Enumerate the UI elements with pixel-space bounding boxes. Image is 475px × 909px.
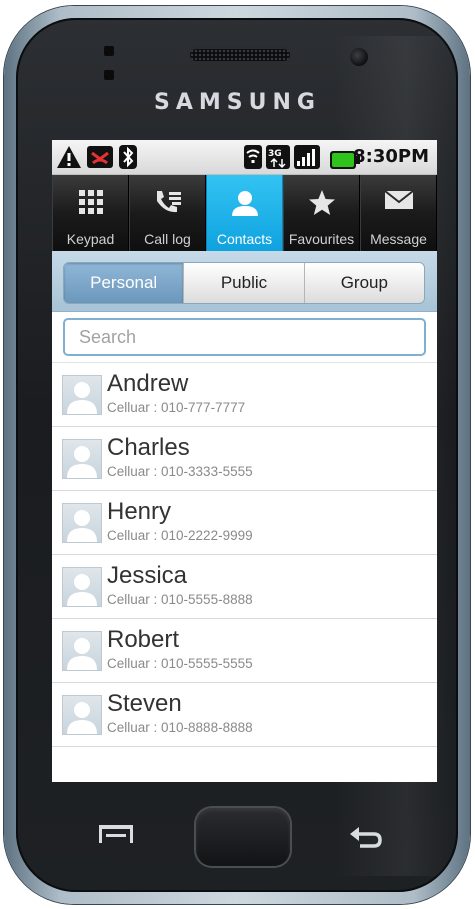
- envelope-icon: [383, 190, 414, 209]
- list-item[interactable]: Steven Celluar : 010-8888-8888: [52, 683, 437, 747]
- signal-icon: [294, 145, 320, 169]
- contact-number: Celluar : 010-3333-5555: [107, 464, 253, 479]
- tab-label: Call log: [144, 231, 191, 247]
- screen: 3G 8:30PM Keypad Call log Contacts Favou…: [52, 140, 437, 782]
- segment-group[interactable]: Group: [303, 263, 424, 303]
- 3g-data-icon: 3G: [266, 145, 290, 169]
- contact-name: Robert: [107, 626, 180, 653]
- contact-number: Celluar : 010-2222-9999: [107, 528, 253, 543]
- list-item[interactable]: Charles Celluar : 010-3333-5555: [52, 427, 437, 491]
- avatar: [62, 503, 102, 543]
- segment-bar: Personal Public Group: [52, 251, 437, 312]
- contact-name: Andrew: [107, 370, 189, 397]
- contact-number: Celluar : 010-777-7777: [107, 400, 246, 415]
- light-sensor: [104, 70, 114, 80]
- menu-icon[interactable]: [96, 822, 136, 848]
- tab-label: Keypad: [66, 231, 115, 247]
- tab-message[interactable]: Message: [360, 175, 437, 251]
- avatar: [62, 631, 102, 671]
- clock: 8:30PM: [353, 146, 429, 167]
- tab-label: Contacts: [216, 231, 273, 247]
- person-placeholder-icon: [67, 510, 97, 542]
- avatar: [62, 375, 102, 415]
- tab-favourites[interactable]: Favourites: [283, 175, 360, 251]
- list-item[interactable]: Henry Celluar : 010-2222-9999: [52, 491, 437, 555]
- missed-call-icon: [87, 146, 113, 168]
- proximity-sensor: [104, 46, 114, 56]
- status-bar: 3G 8:30PM: [52, 140, 437, 175]
- person-placeholder-icon: [67, 638, 97, 670]
- contact-number: Celluar : 010-8888-8888: [107, 720, 253, 735]
- search-input[interactable]: [63, 318, 426, 356]
- tab-call-log[interactable]: Call log: [129, 175, 206, 251]
- contact-number: Celluar : 010-5555-5555: [107, 656, 253, 671]
- avatar: [62, 567, 102, 607]
- contact-name: Steven: [107, 690, 182, 717]
- person-placeholder-icon: [67, 702, 97, 734]
- tab-contacts[interactable]: Contacts: [206, 175, 283, 251]
- person-placeholder-icon: [67, 382, 97, 414]
- tab-label: Message: [370, 231, 427, 247]
- star-icon: [308, 190, 335, 215]
- svg-text:3G: 3G: [268, 149, 282, 159]
- person-placeholder-icon: [67, 574, 97, 606]
- segment-public[interactable]: Public: [183, 263, 304, 303]
- segment-personal[interactable]: Personal: [64, 263, 184, 303]
- contact-name: Henry: [107, 498, 172, 525]
- brand-logo: SAMSUNG: [154, 90, 321, 115]
- contact-name: Jessica: [107, 562, 188, 589]
- contact-list: Andrew Celluar : 010-777-7777 Charles Ce…: [52, 363, 437, 747]
- earpiece-speaker: [190, 49, 290, 61]
- search-row: [52, 312, 437, 363]
- avatar: [62, 695, 102, 735]
- home-button[interactable]: [196, 808, 290, 866]
- tab-label: Favourites: [288, 231, 355, 247]
- tab-bar: Keypad Call log Contacts Favourites Mess…: [52, 175, 437, 251]
- list-item[interactable]: Andrew Celluar : 010-777-7777: [52, 363, 437, 427]
- bluetooth-icon: [119, 145, 137, 169]
- warning-icon: [57, 146, 81, 168]
- keypad-icon: [78, 190, 103, 214]
- avatar: [62, 439, 102, 479]
- contacts-icon: [231, 191, 258, 216]
- call-log-icon: [156, 191, 181, 213]
- segmented-control: Personal Public Group: [64, 263, 424, 303]
- contact-number: Celluar : 010-5555-8888: [107, 592, 253, 607]
- tab-keypad[interactable]: Keypad: [52, 175, 129, 251]
- back-icon[interactable]: [346, 822, 386, 850]
- list-item[interactable]: Robert Celluar : 010-5555-5555: [52, 619, 437, 683]
- contact-name: Charles: [107, 434, 190, 461]
- wifi-icon: [244, 145, 262, 169]
- front-camera: [350, 48, 368, 66]
- person-placeholder-icon: [67, 446, 97, 478]
- list-item[interactable]: Jessica Celluar : 010-5555-8888: [52, 555, 437, 619]
